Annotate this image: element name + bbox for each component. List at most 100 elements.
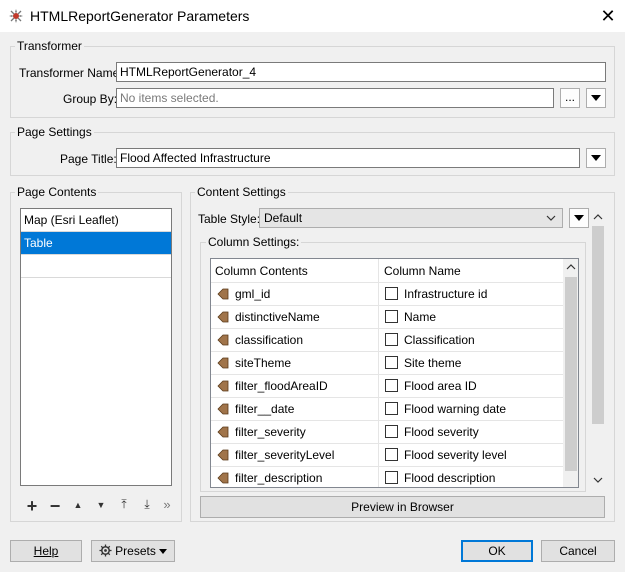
transformer-group-label: Transformer — [15, 39, 84, 53]
row-name[interactable]: Flood warning date — [404, 402, 506, 416]
table-row[interactable]: classification Classification — [211, 329, 563, 352]
attribute-icon — [217, 311, 229, 323]
attribute-icon — [217, 426, 229, 438]
presets-label: Presets — [115, 544, 156, 558]
text-field-icon — [385, 402, 398, 415]
row-contents: filter_floodAreaID — [235, 379, 328, 393]
page-contents-group-label: Page Contents — [15, 185, 99, 199]
content-settings-scroll-thumb[interactable] — [592, 226, 604, 424]
table-row[interactable]: filter_floodAreaID Flood area ID — [211, 375, 563, 398]
move-bottom-icon[interactable]: ⤓ — [139, 497, 155, 512]
row-contents: filter_description — [235, 471, 323, 485]
row-contents: gml_id — [235, 287, 271, 301]
attribute-icon — [217, 472, 229, 484]
row-contents: classification — [235, 333, 304, 347]
table-row[interactable]: filter_severityLevel Flood severity leve… — [211, 444, 563, 467]
attribute-icon — [217, 357, 229, 369]
fme-transformer-icon — [9, 9, 23, 23]
chevron-down-icon — [591, 155, 601, 161]
column-contents-header[interactable]: Column Contents — [215, 259, 308, 283]
preview-in-browser-button[interactable]: Preview in Browser — [200, 496, 605, 518]
table-row[interactable]: filter__date Flood warning date — [211, 398, 563, 421]
page-title-input[interactable]: Flood Affected Infrastructure — [116, 148, 580, 168]
group-by-input[interactable]: No items selected. — [116, 88, 554, 108]
text-field-icon — [385, 310, 398, 323]
close-button[interactable]: ✕ — [596, 4, 620, 28]
page-title-label: Page Title: — [60, 152, 117, 166]
text-field-icon — [385, 287, 398, 300]
row-name[interactable]: Name — [404, 310, 436, 324]
attribute-icon — [217, 449, 229, 461]
text-field-icon — [385, 471, 398, 484]
row-name[interactable]: Classification — [404, 333, 475, 347]
text-field-icon — [385, 448, 398, 461]
text-field-icon — [385, 356, 398, 369]
row-contents: distinctiveName — [235, 310, 320, 324]
gear-icon — [99, 544, 112, 557]
text-field-icon — [385, 333, 398, 346]
page-contents-list: Map (Esri Leaflet) Table — [20, 208, 172, 486]
group-by-ellipsis-button[interactable]: ... — [560, 88, 580, 108]
column-grid: Column Contents Column Name gml_id Infra… — [210, 258, 579, 488]
remove-icon[interactable]: − — [47, 496, 63, 517]
chevron-down-icon — [574, 215, 584, 221]
row-contents: filter__date — [235, 402, 295, 416]
chevron-down-icon — [159, 549, 168, 554]
row-contents: siteTheme — [235, 356, 292, 370]
column-name-header[interactable]: Column Name — [384, 259, 461, 283]
row-name[interactable]: Flood severity — [404, 425, 479, 439]
grid-header: Column Contents Column Name — [211, 259, 563, 283]
table-row[interactable]: siteTheme Site theme — [211, 352, 563, 375]
row-contents: filter_severityLevel — [235, 448, 335, 462]
row-name[interactable]: Site theme — [404, 356, 461, 370]
text-field-icon — [385, 379, 398, 392]
transformer-name-label: Transformer Name: — [19, 66, 123, 80]
page-settings-group-label: Page Settings — [15, 125, 94, 139]
ok-button[interactable]: OK — [461, 540, 533, 562]
table-row[interactable]: filter_severity Flood severity — [211, 421, 563, 444]
title-bar: HTMLReportGenerator Parameters ✕ — [0, 0, 625, 32]
group-by-label: Group By: — [63, 92, 118, 106]
add-icon[interactable]: + — [24, 496, 40, 517]
page-title-menu-button[interactable] — [586, 148, 606, 168]
list-item-table[interactable]: Table — [21, 232, 171, 255]
chevron-down-icon — [591, 95, 601, 101]
attribute-icon — [217, 334, 229, 346]
table-style-value: Default — [264, 211, 303, 225]
table-style-menu-button[interactable] — [569, 208, 589, 228]
row-name[interactable]: Flood severity level — [404, 448, 507, 462]
attribute-icon — [217, 288, 229, 300]
row-contents: filter_severity — [235, 425, 306, 439]
move-down-icon[interactable]: ▼ — [93, 500, 109, 510]
text-field-icon — [385, 425, 398, 438]
row-name[interactable]: Infrastructure id — [404, 287, 487, 301]
move-top-icon[interactable]: ⤒ — [116, 497, 132, 512]
window-title: HTMLReportGenerator Parameters — [30, 8, 250, 24]
content-settings-group-label: Content Settings — [195, 185, 288, 199]
row-name[interactable]: Flood description — [404, 471, 495, 485]
scroll-up-icon[interactable] — [593, 214, 603, 220]
chevron-down-icon — [546, 215, 556, 221]
attribute-icon — [217, 403, 229, 415]
help-label: Help — [33, 544, 59, 558]
more-icon[interactable]: » — [159, 497, 175, 512]
table-row[interactable]: distinctiveName Name — [211, 306, 563, 329]
help-button[interactable]: Help — [10, 540, 82, 562]
table-style-select[interactable]: Default — [259, 208, 563, 228]
scroll-down-icon[interactable] — [593, 477, 603, 483]
group-by-menu-button[interactable] — [586, 88, 606, 108]
table-row[interactable]: gml_id Infrastructure id — [211, 283, 563, 306]
list-item-empty[interactable] — [21, 255, 171, 278]
column-settings-label: Column Settings: — [206, 235, 302, 249]
scroll-up-icon[interactable] — [566, 264, 576, 270]
list-item-map[interactable]: Map (Esri Leaflet) — [21, 209, 171, 232]
grid-scroll-thumb[interactable] — [565, 277, 577, 471]
transformer-name-input[interactable]: HTMLReportGenerator_4 — [116, 62, 606, 82]
presets-button[interactable]: Presets — [91, 540, 175, 562]
attribute-icon — [217, 380, 229, 392]
move-up-icon[interactable]: ▲ — [70, 500, 86, 510]
cancel-button[interactable]: Cancel — [541, 540, 615, 562]
table-style-label: Table Style: — [198, 212, 261, 226]
table-row[interactable]: filter_description Flood description — [211, 467, 563, 487]
row-name[interactable]: Flood area ID — [404, 379, 477, 393]
